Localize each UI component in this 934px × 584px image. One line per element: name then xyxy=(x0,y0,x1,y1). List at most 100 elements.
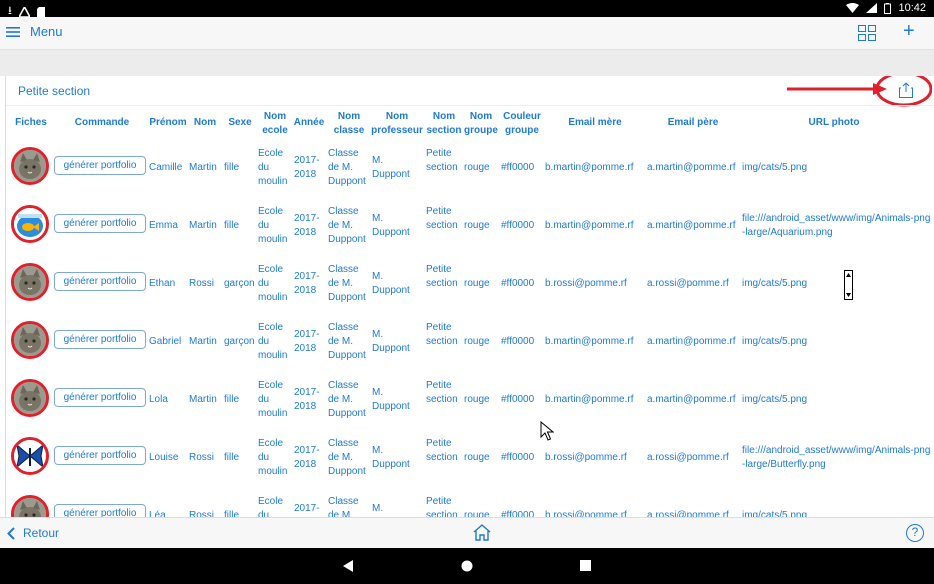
nav-home-icon[interactable] xyxy=(461,560,473,572)
generate-portfolio-button[interactable]: générer portfolio xyxy=(54,214,146,233)
cell-email-mere: b.rossi@pomme.rf xyxy=(545,452,627,463)
cell-professeur: M. Duppont xyxy=(372,155,410,180)
col-sexe: Sexe xyxy=(228,117,252,128)
menu-label: Menu xyxy=(30,24,63,39)
student-avatar[interactable] xyxy=(11,495,49,517)
cell-professeur: M. Duppont xyxy=(372,329,410,354)
col-url-photo: URL photo xyxy=(808,117,860,128)
cell-groupe: rouge xyxy=(464,336,490,347)
table-row: générer portfolioLéa Rossi fille Ecole du m… xyxy=(6,490,934,517)
android-nav-bar xyxy=(0,548,934,584)
col-fiches: Fiches xyxy=(15,117,47,128)
status-bar: ⭳ 10:42 xyxy=(0,0,934,17)
cell-groupe: rouge xyxy=(464,162,490,173)
table-row: générer portfolio Camille Martin fille Ecole… xyxy=(6,142,934,200)
back-label: Retour xyxy=(23,526,60,540)
cell-classe: Classe de M. Duppont xyxy=(328,264,366,303)
table-header: Fiches Commande Prénom Nom Sexe Nom ecol… xyxy=(6,110,934,140)
col-couleur-groupe: Couleur groupe xyxy=(503,111,541,136)
cell-email-pere: a.rossi@pomme.rf xyxy=(647,452,729,463)
cell-annee: 2017-2018 xyxy=(294,503,320,514)
student-avatar[interactable] xyxy=(11,437,49,475)
cell-ecole: Ecole du moulin xyxy=(258,380,288,419)
cell-ecole: Ecole du moulin xyxy=(258,264,288,303)
share-icon[interactable] xyxy=(899,82,913,98)
cell-professeur: M. Duppont xyxy=(372,503,384,514)
cat-photo-icon xyxy=(14,382,46,414)
mouse-cursor-icon xyxy=(540,421,554,441)
cell-url-photo: img/cats/5.png xyxy=(742,510,808,517)
back-button[interactable]: Retour xyxy=(7,526,59,540)
battery-icon xyxy=(884,2,892,14)
scroll-handle[interactable] xyxy=(844,270,853,300)
cell-email-mere: b.martin@pomme.rf xyxy=(545,336,634,347)
col-annee: Année xyxy=(293,117,325,128)
cell-prenom: Ethan xyxy=(149,278,176,289)
cell-sexe: fille xyxy=(224,394,240,405)
cell-couleur: #ff0000 xyxy=(501,394,535,405)
cell-couleur: #ff0000 xyxy=(501,278,535,289)
help-button[interactable]: ? xyxy=(906,524,924,542)
cell-email-pere: a.martin@pomme.rf xyxy=(647,394,736,405)
cell-groupe: rouge xyxy=(464,278,490,289)
cell-email-pere: a.rossi@pomme.rf xyxy=(647,278,729,289)
cell-email-pere: a.martin@pomme.rf xyxy=(647,162,736,173)
nav-recents-icon[interactable] xyxy=(580,560,591,571)
cell-url-photo: img/cats/5.png xyxy=(742,278,808,289)
cell-prenom: Emma xyxy=(149,220,178,231)
student-avatar[interactable] xyxy=(11,321,49,359)
generate-portfolio-button[interactable]: générer portfolio xyxy=(54,446,146,465)
add-button[interactable]: + xyxy=(903,20,915,43)
cat-photo-icon xyxy=(14,266,46,298)
table-row: générer portfolio Emma Martin fille Ecole du… xyxy=(6,200,934,258)
cell-url-photo: img/cats/5.png xyxy=(742,394,808,405)
cell-email-pere: a.rossi@pomme.rf xyxy=(647,510,729,517)
cell-annee: 2017-2018 xyxy=(294,271,320,296)
drive-icon xyxy=(18,6,30,17)
toolbar-spacer xyxy=(0,50,934,76)
cell-ecole: Ecole du moulin xyxy=(258,322,288,361)
generate-portfolio-button[interactable]: générer portfolio xyxy=(54,330,146,349)
cell-annee: 2017-2018 xyxy=(294,387,320,412)
cell-professeur: M. Duppont xyxy=(372,271,410,296)
cell-section: Petite section xyxy=(426,438,458,463)
cell-email-mere: b.rossi@pomme.rf xyxy=(545,278,627,289)
status-time: 10:42 xyxy=(898,2,926,14)
menu-button[interactable]: Menu xyxy=(6,24,63,39)
cell-email-mere: b.martin@pomme.rf xyxy=(545,220,634,231)
nav-back-icon[interactable] xyxy=(342,560,354,572)
student-avatar[interactable] xyxy=(11,379,49,417)
cell-email-mere: b.rossi@pomme.rf xyxy=(545,510,627,517)
cell-url-photo: file:///android_asset/www/img/Animals-pn… xyxy=(742,213,931,238)
cell-couleur: #ff0000 xyxy=(501,220,535,231)
student-avatar[interactable] xyxy=(11,263,49,301)
cell-sexe: fille xyxy=(224,510,240,517)
cell-classe: Classe de M. Duppont xyxy=(328,206,366,245)
cell-sexe: garçon xyxy=(224,336,255,347)
col-nom-classe: Nom classe xyxy=(333,111,365,136)
home-icon[interactable] xyxy=(473,524,491,541)
scroll-arrows-icon xyxy=(846,273,851,297)
generate-portfolio-button[interactable]: générer portfolio xyxy=(54,156,146,175)
student-avatar[interactable] xyxy=(11,205,49,243)
col-email-mere: Email mère xyxy=(568,117,622,128)
cell-section: Petite section xyxy=(426,380,458,405)
col-nom-section: Nom section xyxy=(426,111,462,136)
generate-portfolio-button[interactable]: générer portfolio xyxy=(54,388,146,407)
cell-nom: Rossi xyxy=(189,452,215,463)
generate-portfolio-button[interactable]: générer portfolio xyxy=(54,272,146,291)
student-avatar[interactable] xyxy=(11,147,49,185)
cell-groupe: rouge xyxy=(464,510,490,517)
cell-annee: 2017-2018 xyxy=(294,329,320,354)
generate-portfolio-button[interactable]: générer portfolio xyxy=(54,504,146,517)
cell-prenom: Louise xyxy=(149,452,179,463)
table-row: générer portfolio Louise Rossi fille Ecole d… xyxy=(6,432,934,490)
cat-photo-icon xyxy=(14,498,46,517)
cell-section: Petite section xyxy=(426,496,458,517)
col-email-pere: Email père xyxy=(667,117,719,128)
cell-ecole: Ecole du moulin xyxy=(258,438,288,477)
cell-email-pere: a.martin@pomme.rf xyxy=(647,220,736,231)
grid-view-icon[interactable] xyxy=(858,25,876,41)
cell-classe: Classe de M. Duppont xyxy=(328,380,366,419)
table-row: générer portfolio Ethan Rossi garçon Ecole d… xyxy=(6,258,934,316)
